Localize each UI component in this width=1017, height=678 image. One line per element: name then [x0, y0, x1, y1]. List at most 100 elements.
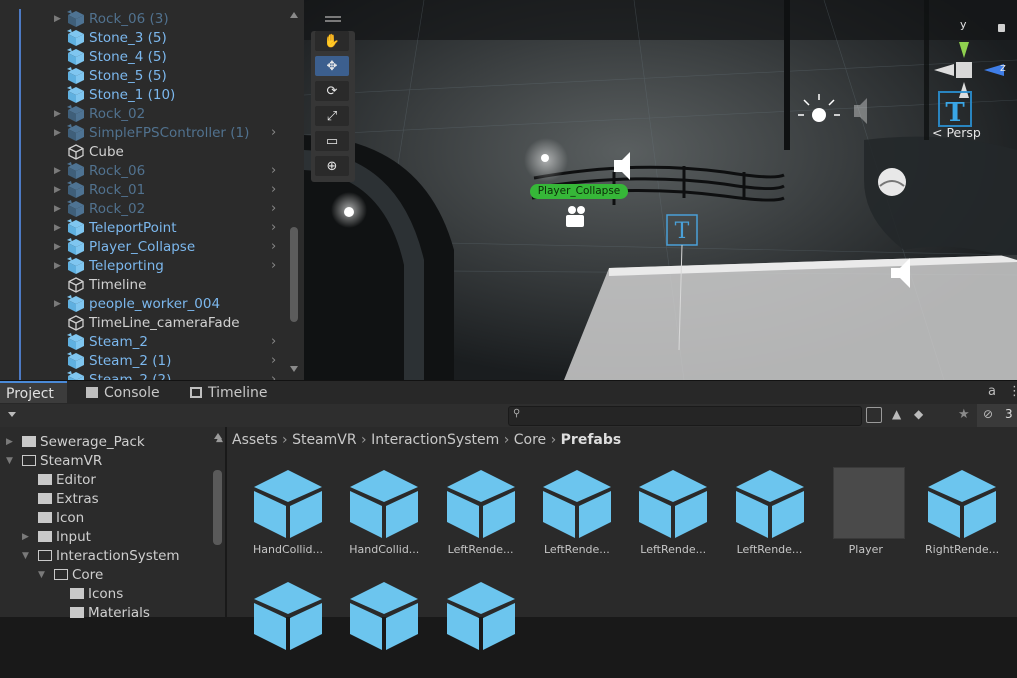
hierarchy-item[interactable]: Cube	[0, 142, 290, 161]
expand-arrow-icon[interactable]: ▶	[54, 166, 64, 176]
hierarchy-item[interactable]: ▶ Teleporting ›	[0, 256, 290, 275]
scene-view[interactable]: T T	[304, 0, 1017, 380]
breadcrumb-item[interactable]: InteractionSystem	[371, 432, 499, 448]
asset-prefab-preview[interactable]: Player	[826, 466, 906, 566]
open-prefab-chevron-icon[interactable]: ›	[271, 125, 276, 140]
prefab-override-bar	[19, 161, 21, 180]
rotate-tool-icon[interactable]: ⟳	[315, 81, 349, 101]
breadcrumb-item[interactable]: Assets	[232, 432, 278, 448]
asset-prefab[interactable]	[441, 578, 521, 678]
folder-item[interactable]: Extras	[0, 489, 210, 508]
hierarchy-item[interactable]: ▶ SimpleFPSController (1) ›	[0, 123, 290, 142]
folder-expand-arrow-icon[interactable]: ▼	[22, 551, 32, 561]
label-icon[interactable]: ◆	[914, 407, 923, 421]
scroll-up-icon[interactable]: ▲	[216, 434, 223, 444]
create-dropdown-icon[interactable]	[8, 412, 16, 417]
tab-project[interactable]: Project	[0, 381, 67, 403]
hidden-packages-toggle[interactable]: ⊘ 3	[977, 404, 1017, 427]
hierarchy-item[interactable]: ▶ Player_Collapse ›	[0, 237, 290, 256]
folder-item[interactable]: Icons	[0, 584, 210, 603]
open-prefab-chevron-icon[interactable]: ›	[271, 258, 276, 273]
open-prefab-chevron-icon[interactable]: ›	[271, 163, 276, 178]
folder-expand-arrow-icon[interactable]: ▼	[6, 456, 16, 466]
open-prefab-chevron-icon[interactable]: ›	[271, 372, 276, 380]
hierarchy-item[interactable]: Stone_1 (10)	[0, 85, 290, 104]
hierarchy-item[interactable]: ▶ Rock_02	[0, 104, 290, 123]
favorite-star-icon[interactable]: ★	[958, 407, 970, 422]
hierarchy-scrollbar[interactable]	[289, 12, 299, 372]
folder-item[interactable]: Materials	[0, 603, 210, 622]
expand-arrow-icon[interactable]: ▶	[54, 185, 64, 195]
hand-tool-icon[interactable]: ✋	[315, 31, 349, 51]
folder-item[interactable]: Editor	[0, 470, 210, 489]
more-options-icon[interactable]: ⋮	[1008, 384, 1017, 399]
folder-item[interactable]: ▶ Sewerage_Pack	[0, 432, 210, 451]
hierarchy-item[interactable]: ▶ Rock_02 ›	[0, 199, 290, 218]
hierarchy-item-label: Rock_02	[89, 105, 146, 122]
asset-prefab[interactable]: LeftRende...	[441, 466, 521, 566]
open-prefab-chevron-icon[interactable]: ›	[271, 182, 276, 197]
asset-prefab[interactable]: HandCollid...	[344, 466, 424, 566]
hierarchy-item[interactable]: Stone_3 (5)	[0, 28, 290, 47]
hierarchy-item[interactable]: ▶ Rock_01 ›	[0, 180, 290, 199]
hierarchy-item[interactable]: Steam_2 (1) ›	[0, 351, 290, 370]
open-prefab-chevron-icon[interactable]: ›	[271, 334, 276, 349]
lock-tab-icon[interactable]: a	[988, 384, 996, 399]
hierarchy-item[interactable]: Timeline	[0, 275, 290, 294]
breadcrumb-item[interactable]: Core	[514, 432, 546, 448]
search-by-type-icon[interactable]	[866, 407, 882, 423]
folder-item[interactable]: ▼ SteamVR	[0, 451, 210, 470]
hierarchy-item[interactable]: ▶ people_worker_004	[0, 294, 290, 313]
asset-prefab[interactable]: LeftRende...	[537, 466, 617, 566]
open-prefab-chevron-icon[interactable]: ›	[271, 353, 276, 368]
tab-timeline[interactable]: Timeline	[190, 381, 268, 405]
expand-arrow-icon[interactable]: ▶	[54, 128, 64, 138]
asset-label: HandCollid...	[252, 543, 324, 556]
hierarchy-item[interactable]: ▶ Rock_06 ›	[0, 161, 290, 180]
move-tool-icon[interactable]: ✥	[315, 56, 349, 76]
expand-arrow-icon[interactable]: ▶	[54, 223, 64, 233]
breadcrumb-item[interactable]: SteamVR	[292, 432, 357, 448]
expand-arrow-icon[interactable]: ▶	[54, 109, 64, 119]
folder-open-icon	[54, 569, 68, 580]
asset-prefab[interactable]	[344, 578, 424, 678]
expand-arrow-icon[interactable]: ▶	[54, 299, 64, 309]
expand-arrow-icon[interactable]: ▶	[54, 242, 64, 252]
hierarchy-item[interactable]: Steam_2 ›	[0, 332, 290, 351]
asset-prefab[interactable]: RightRende...	[922, 466, 1002, 566]
folder-item[interactable]: ▶ Input	[0, 527, 210, 546]
tab-console[interactable]: Console	[86, 381, 160, 405]
transform-tool-icon[interactable]: ⊕	[315, 156, 349, 176]
asset-prefab[interactable]: LeftRende...	[730, 466, 810, 566]
asset-prefab[interactable]: HandCollid...	[248, 466, 328, 566]
hierarchy-item[interactable]: ▶ TeleportPoint ›	[0, 218, 290, 237]
expand-arrow-icon[interactable]: ▶	[54, 204, 64, 214]
hierarchy-item[interactable]: Stone_5 (5)	[0, 66, 290, 85]
hierarchy-item[interactable]: Stone_4 (5)	[0, 47, 290, 66]
folder-expand-arrow-icon[interactable]: ▶	[22, 532, 32, 542]
expand-arrow-icon[interactable]: ▶	[54, 261, 64, 271]
asset-prefab[interactable]: LeftRende...	[633, 466, 713, 566]
open-prefab-chevron-icon[interactable]: ›	[271, 239, 276, 254]
rect-tool-icon[interactable]: ▭	[315, 131, 349, 151]
folder-expand-arrow-icon[interactable]: ▶	[6, 437, 16, 447]
folder-item[interactable]: Icon	[0, 508, 210, 527]
expand-arrow-icon[interactable]: ▶	[54, 14, 64, 24]
scale-tool-icon[interactable]: ⤢	[315, 106, 349, 126]
folder-expand-arrow-icon[interactable]: ▼	[38, 570, 48, 580]
projection-toggle[interactable]: < Persp	[932, 125, 981, 140]
filter-icon[interactable]: ▲	[892, 407, 901, 421]
folder-item[interactable]: ▼ Core	[0, 565, 210, 584]
hierarchy-item[interactable]: ▶ Rock_06 (3)	[0, 9, 290, 28]
open-prefab-chevron-icon[interactable]: ›	[271, 201, 276, 216]
hierarchy-item[interactable]: Steam_2 (2) ›	[0, 370, 290, 380]
asset-prefab[interactable]	[248, 578, 328, 678]
folder-item[interactable]: ▼ InteractionSystem	[0, 546, 210, 565]
open-prefab-chevron-icon[interactable]: ›	[271, 220, 276, 235]
lock-icon[interactable]	[998, 24, 1005, 32]
search-input[interactable]: ⚲	[508, 406, 862, 426]
hierarchy-item-label: TimeLine_cameraFade	[89, 314, 240, 331]
breadcrumb-item[interactable]: Prefabs	[561, 432, 622, 448]
folder-tree-scrollbar[interactable]	[213, 470, 222, 545]
hierarchy-item[interactable]: TimeLine_cameraFade	[0, 313, 290, 332]
